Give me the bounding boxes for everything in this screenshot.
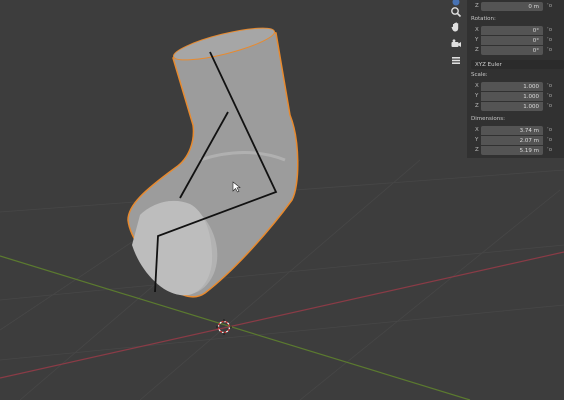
lock-icon[interactable]: ‘o bbox=[547, 47, 552, 53]
field-value: 3.74 m bbox=[519, 127, 539, 134]
transform-panel: Z 0 m ‘o Rotation: X 0° ‘o Y 0° ‘o Z 0° … bbox=[467, 0, 564, 158]
lock-icon[interactable]: ‘o bbox=[547, 103, 552, 109]
hand-icon[interactable] bbox=[448, 19, 464, 35]
lock-icon[interactable]: ‘o bbox=[547, 147, 552, 153]
scale-x-row: X 1.000 ‘o bbox=[471, 82, 564, 92]
rotation-y-row: Y 0° ‘o bbox=[471, 36, 564, 46]
navigation-tools bbox=[446, 0, 466, 70]
field-value: 5.19 m bbox=[519, 147, 539, 154]
lock-icon[interactable]: ‘o bbox=[547, 27, 552, 33]
rotation-mode-dropdown[interactable]: XYZ Euler bbox=[471, 60, 564, 69]
dimensions-label: Dimensions: bbox=[471, 116, 505, 122]
dimensions-y-row: Y 2.07 m ‘o bbox=[471, 136, 564, 146]
field-value: 0° bbox=[532, 27, 539, 34]
location-z-row: Z 0 m ‘o bbox=[471, 2, 564, 12]
rotation-z-field[interactable]: 0° bbox=[481, 46, 543, 55]
dimensions-x-row: X 3.74 m ‘o bbox=[471, 126, 564, 136]
scale-z-row: Z 1.000 ‘o bbox=[471, 102, 564, 112]
rotation-x-row: X 0° ‘o bbox=[471, 26, 564, 36]
dimensions-z-field[interactable]: 5.19 m bbox=[481, 146, 543, 155]
scale-z-field[interactable]: 1.000 bbox=[481, 102, 543, 111]
lock-icon[interactable]: ‘o bbox=[547, 127, 552, 133]
field-value: 0° bbox=[532, 47, 539, 54]
rotation-label: Rotation: bbox=[471, 16, 496, 22]
field-value: 1.000 bbox=[523, 83, 539, 90]
dimensions-x-field[interactable]: 3.74 m bbox=[481, 126, 543, 135]
dimensions-z-row: Z 5.19 m ‘o bbox=[471, 146, 564, 156]
scale-x-field[interactable]: 1.000 bbox=[481, 82, 543, 91]
field-value: 2.07 m bbox=[519, 137, 539, 144]
lock-icon[interactable]: ‘o bbox=[547, 93, 552, 99]
rotation-x-field[interactable]: 0° bbox=[481, 26, 543, 35]
dimensions-y-field[interactable]: 2.07 m bbox=[481, 136, 543, 145]
zoom-icon[interactable] bbox=[448, 4, 464, 20]
scale-y-row: Y 1.000 ‘o bbox=[471, 92, 564, 102]
camera-icon[interactable] bbox=[448, 36, 464, 52]
lock-icon[interactable]: ‘o bbox=[547, 83, 552, 89]
rotation-z-row: Z 0° ‘o bbox=[471, 46, 564, 56]
lock-icon[interactable]: ‘o bbox=[547, 37, 552, 43]
lock-icon[interactable]: ‘o bbox=[547, 137, 552, 143]
scale-y-field[interactable]: 1.000 bbox=[481, 92, 543, 101]
grid-icon[interactable] bbox=[448, 52, 464, 68]
field-value: 1.000 bbox=[523, 93, 539, 100]
scale-label: Scale: bbox=[471, 72, 488, 78]
3d-viewport[interactable]: Z 0 m ‘o Rotation: X 0° ‘o Y 0° ‘o Z 0° … bbox=[0, 0, 564, 400]
location-z-field[interactable]: 0 m bbox=[481, 2, 543, 11]
rotation-mode-value: XYZ Euler bbox=[475, 61, 502, 68]
field-value: 0° bbox=[532, 37, 539, 44]
lock-icon[interactable]: ‘o bbox=[547, 3, 552, 9]
rotation-y-field[interactable]: 0° bbox=[481, 36, 543, 45]
field-value: 1.000 bbox=[523, 103, 539, 110]
field-value: 0 m bbox=[528, 3, 539, 10]
